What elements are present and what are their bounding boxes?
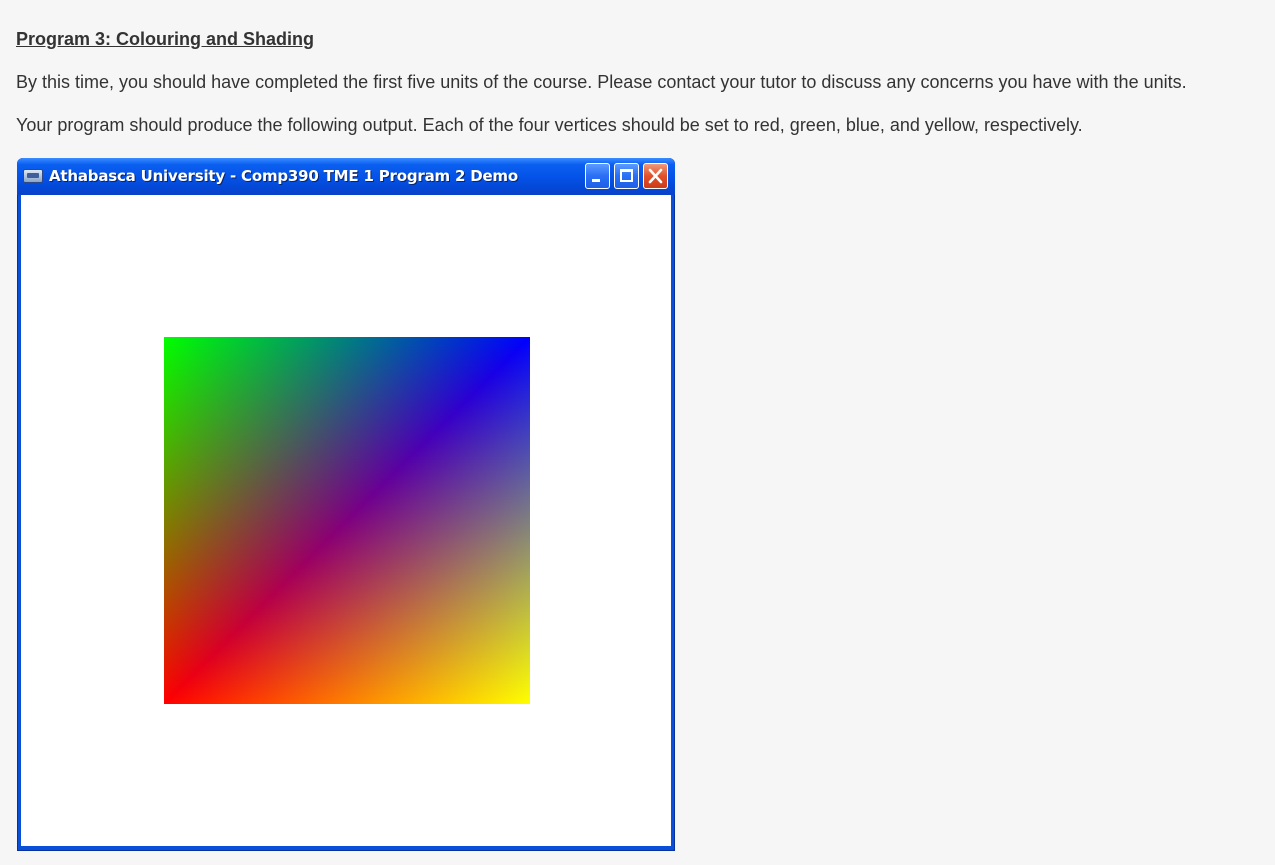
minimize-icon	[592, 179, 600, 182]
intro-paragraph: By this time, you should have completed …	[16, 72, 1187, 92]
color-shaded-square	[164, 337, 530, 704]
close-icon	[648, 168, 663, 184]
window-title: Athabasca University - Comp390 TME 1 Pro…	[49, 167, 518, 185]
app-window-icon	[23, 169, 43, 183]
maximize-icon	[620, 169, 633, 182]
maximize-button[interactable]	[614, 163, 639, 189]
window-client-area	[21, 195, 671, 846]
window-titlebar[interactable]: Athabasca University - Comp390 TME 1 Pro…	[17, 158, 675, 195]
instructions-paragraph: Your program should produce the followin…	[16, 115, 1083, 135]
close-button[interactable]	[643, 163, 668, 189]
demo-window-screenshot: Athabasca University - Comp390 TME 1 Pro…	[17, 158, 675, 851]
minimize-button[interactable]	[585, 163, 610, 189]
program-heading: Program 3: Colouring and Shading	[16, 29, 315, 49]
